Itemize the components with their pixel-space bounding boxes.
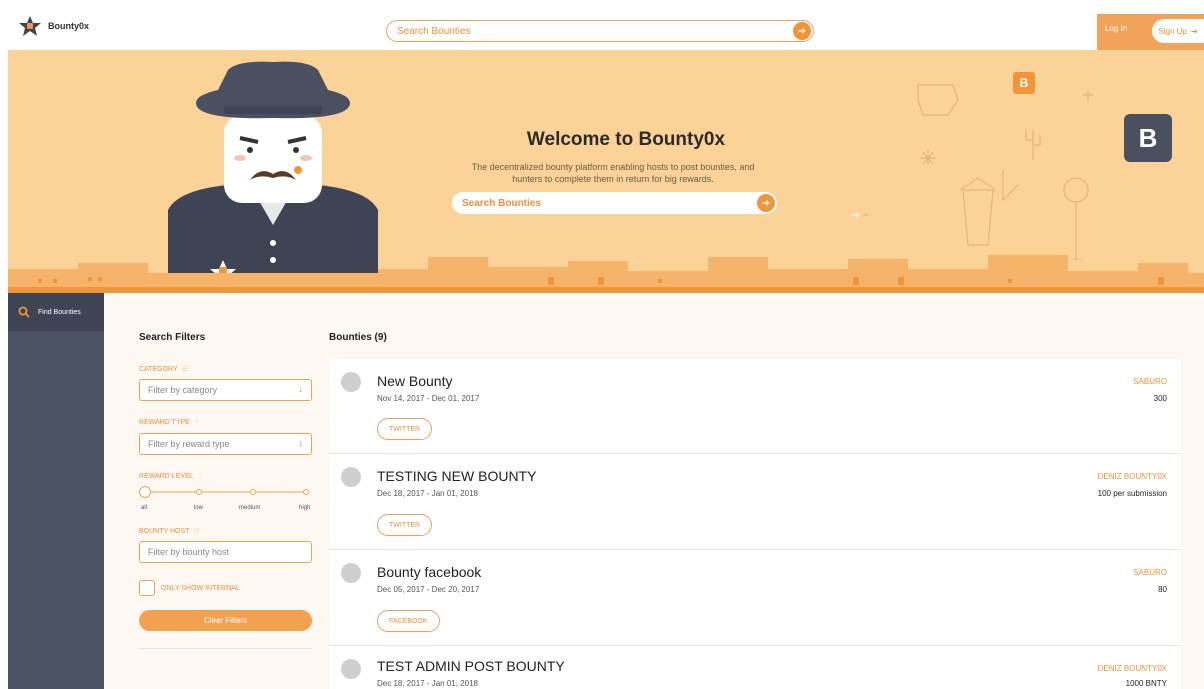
bounty-title[interactable]: Bounty facebook: [377, 564, 481, 580]
category-select[interactable]: Filter by category ↓: [139, 379, 312, 401]
bounty-tag[interactable]: FACEBOOK: [377, 610, 440, 632]
internal-checkbox-label: ONLY SHOW INTERNAL: [161, 584, 240, 592]
hero-subtitle: The decentralized bounty platform enabli…: [471, 162, 755, 184]
bounty-dates: Nov 14, 2017 - Dec 01, 2017: [377, 394, 480, 403]
reward-level-all: all: [141, 505, 148, 511]
bounty-host[interactable]: DENIZ BOUNTY0X: [1098, 472, 1167, 481]
bounty-dates: Dec 05, 2017 - Dec 20, 2017: [377, 585, 480, 594]
signup-label: Sign Up: [1158, 26, 1187, 36]
search-icon: [18, 306, 30, 318]
bounty-host[interactable]: SABURO: [1133, 377, 1167, 386]
bounty-host-field: [139, 541, 312, 563]
header-search-submit-icon[interactable]: ➔: [793, 22, 811, 40]
bounty-host[interactable]: SABURO: [1133, 568, 1167, 577]
top-bar: Bounty0x ➔ Log In Sign Up ➔: [0, 0, 1204, 50]
arrow-right-icon: ➔: [852, 210, 860, 220]
trophy-icon: ♆: [193, 419, 200, 426]
western-decoration-icons: [863, 84, 1093, 260]
search-filters-title: Search Filters: [139, 332, 206, 343]
users-icon: ⚇: [193, 528, 200, 535]
bounty-badge-large: B: [1124, 114, 1172, 162]
arrow-down-icon: ↓: [298, 384, 303, 395]
filters-divider: [139, 648, 312, 649]
sidebar: Find Bounties: [8, 293, 104, 689]
bounty-card[interactable]: TEST ADMIN POST BOUNTY Dec 18, 2017 - Ja…: [329, 646, 1181, 689]
slider-handle-all: [139, 486, 151, 498]
auth-panel: Log In Sign Up ➔: [1097, 14, 1204, 50]
bounty-host-input[interactable]: [148, 542, 308, 562]
signup-button[interactable]: Sign Up ➔: [1152, 19, 1204, 43]
reward-level-low: low: [194, 505, 204, 511]
logo[interactable]: Bounty0x: [18, 16, 89, 36]
reward-type-label: REWARD TYPE ♆: [139, 419, 200, 426]
header-search-input[interactable]: [397, 21, 777, 42]
host-avatar: [341, 467, 361, 487]
header-search-bar: ➔: [386, 20, 814, 42]
bounty-badge-small: B: [1013, 72, 1035, 94]
hero-banner: Welcome to Bounty0x The decentralized bo…: [8, 50, 1204, 293]
bounties-title: Bounties (9): [329, 332, 387, 343]
host-avatar: [341, 563, 361, 583]
bounty-host[interactable]: DENIZ BOUNTY0X: [1098, 664, 1167, 673]
login-button[interactable]: Log In: [1105, 24, 1127, 33]
reward-level-slider[interactable]: [139, 486, 312, 498]
arrow-right-icon: ➔: [1190, 26, 1198, 36]
reward-type-select[interactable]: Filter by reward type ↓: [139, 433, 312, 455]
hero-search-submit-icon[interactable]: ➔: [757, 194, 775, 212]
slider-stop-low: [196, 489, 202, 495]
slider-stop-medium: [250, 489, 256, 495]
sidebar-item-label: Find Bounties: [38, 308, 81, 316]
bounty-reward: 100 per submission: [1097, 489, 1167, 498]
sheriff-star-logo-icon: [19, 16, 41, 36]
bounty-card[interactable]: TESTING NEW BOUNTY Dec 18, 2017 - Jan 01…: [329, 454, 1181, 550]
bounty-card[interactable]: New Bounty Nov 14, 2017 - Dec 01, 2017 T…: [329, 359, 1181, 454]
bounty-reward: 1000 BNTY: [1125, 679, 1167, 688]
clear-filters-button[interactable]: Clear Filters: [139, 610, 312, 631]
bounty-reward: 80: [1158, 585, 1167, 594]
reward-level-label: REWARD LEVEL ♢: [139, 472, 204, 481]
internal-checkbox[interactable]: [139, 580, 155, 596]
bounty-card[interactable]: Bounty facebook Dec 05, 2017 - Dec 20, 2…: [329, 550, 1181, 646]
hero-search-input[interactable]: [462, 192, 742, 214]
bounty-dates: Dec 18, 2017 - Jan 01, 2018: [377, 489, 478, 498]
slider-stop-high: [303, 489, 309, 495]
bounty-reward: 300: [1153, 394, 1167, 403]
bounty-title[interactable]: New Bounty: [377, 373, 452, 389]
bounty-tag[interactable]: TWITTER: [377, 514, 433, 536]
bounty-title[interactable]: TESTING NEW BOUNTY: [377, 468, 536, 484]
drop-icon: ♢: [197, 473, 204, 480]
bounty-tag[interactable]: TWITTER: [377, 418, 433, 440]
hero-search-bar: ➔: [452, 192, 777, 214]
host-avatar: [341, 659, 361, 679]
bounty-dates: Dec 18, 2017 - Jan 01, 2018: [377, 679, 478, 688]
category-label: CATEGORY ☰: [139, 365, 188, 374]
sidebar-item-find-bounties[interactable]: Find Bounties: [8, 293, 104, 331]
bounty-title[interactable]: TEST ADMIN POST BOUNTY: [377, 658, 565, 674]
bounty-host-label: BOUNTY HOST ⚇: [139, 527, 200, 536]
internal-checkbox-row[interactable]: ONLY SHOW INTERNAL: [139, 580, 240, 596]
town-skyline-illustration: [8, 255, 1204, 293]
list-icon: ☰: [181, 366, 188, 373]
reward-level-medium: medium: [239, 505, 261, 511]
host-avatar: [341, 372, 361, 392]
arrow-down-icon: ↓: [298, 438, 303, 449]
reward-level-high: high: [299, 505, 311, 511]
logo-text: Bounty0x: [48, 21, 90, 31]
